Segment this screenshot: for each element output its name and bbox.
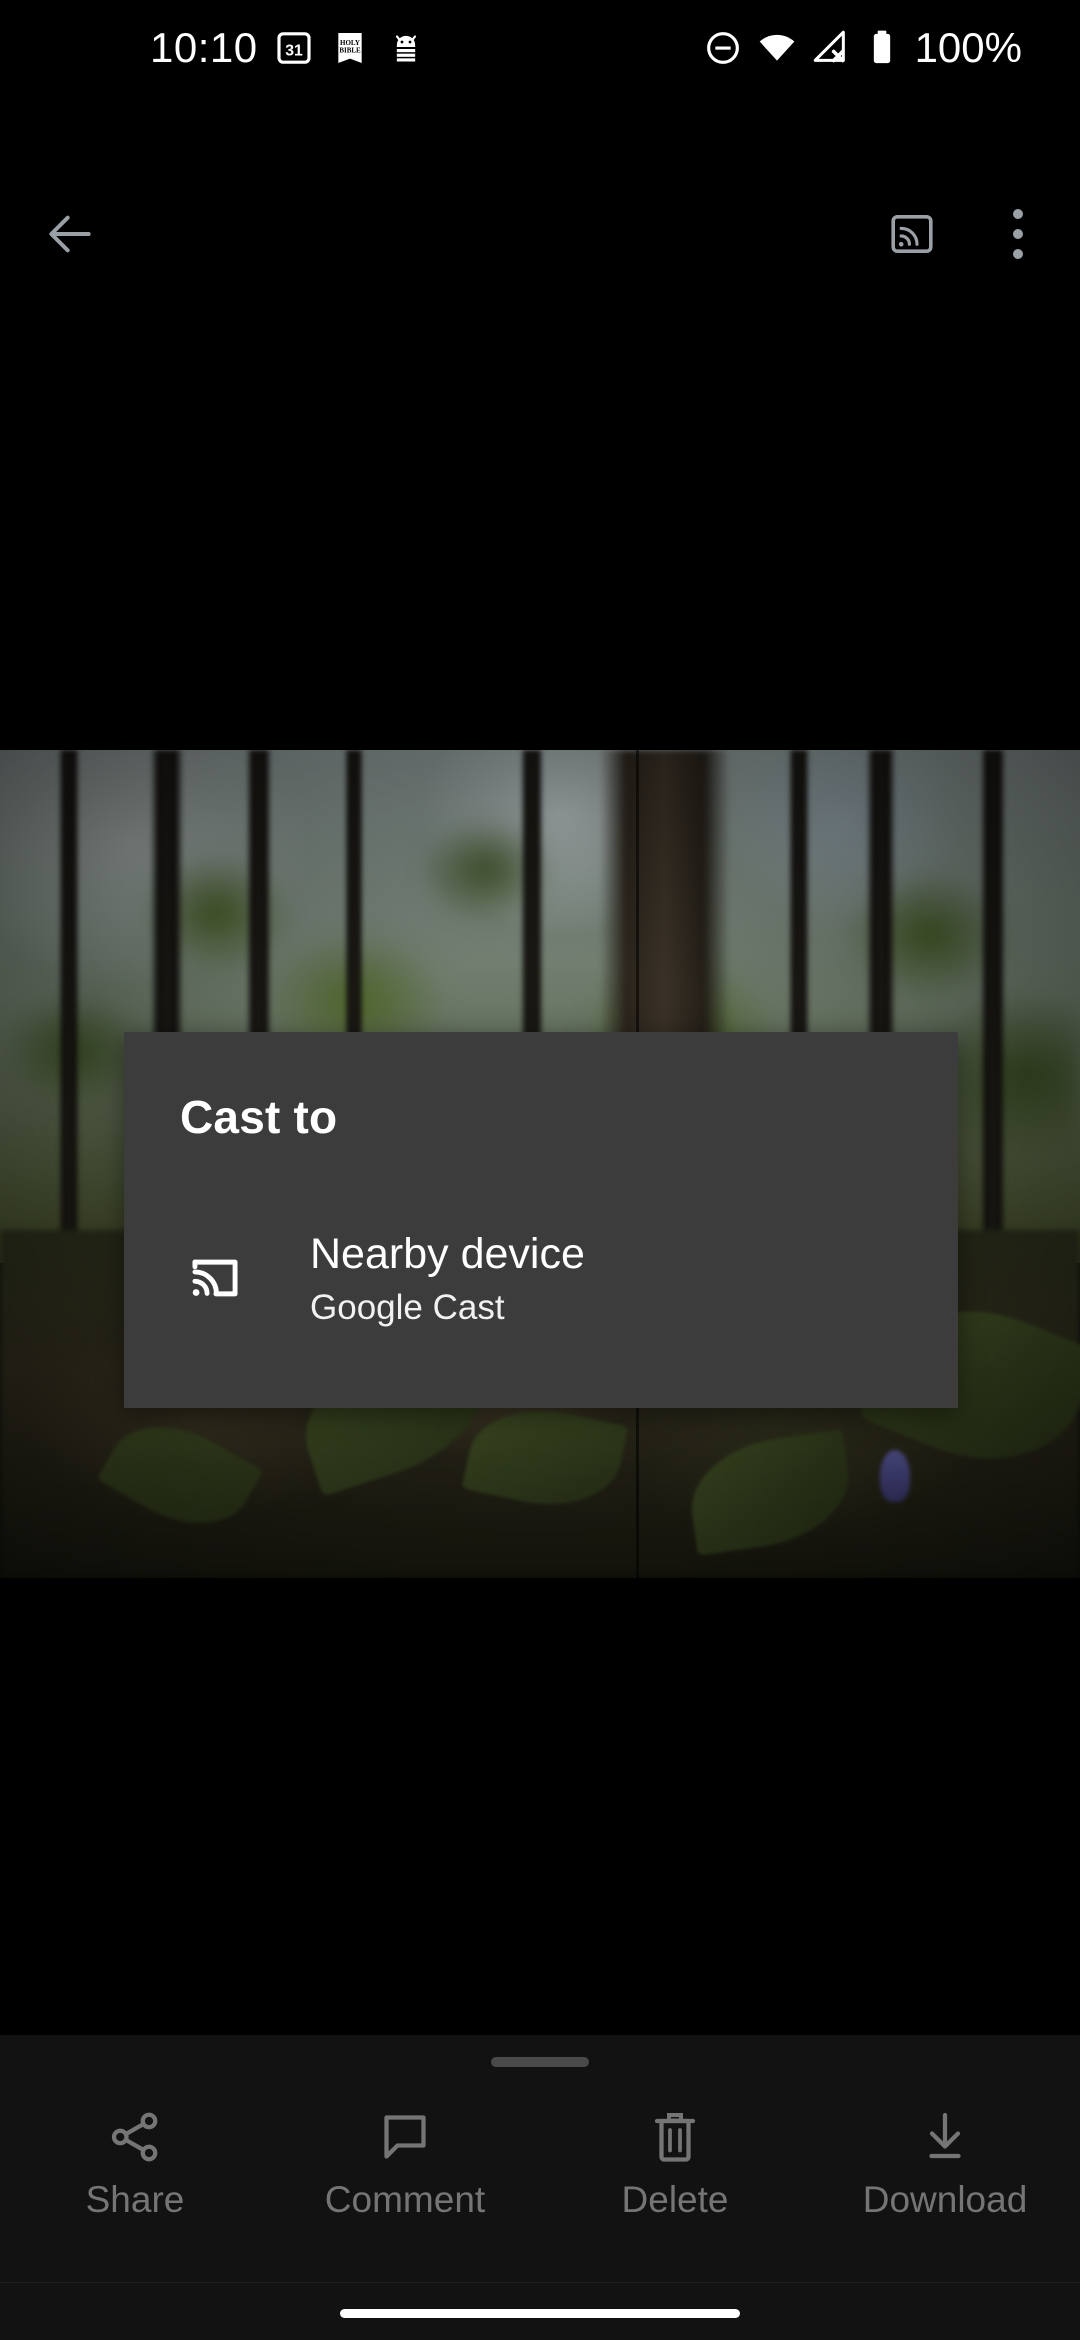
share-action[interactable]: Share bbox=[0, 2097, 270, 2257]
share-action-label: Share bbox=[85, 2179, 185, 2220]
cast-device-name: Nearby device bbox=[310, 1230, 585, 1278]
cast-to-dialog: Cast to Nearby device Google Cast bbox=[124, 1032, 958, 1408]
delete-action-label: Delete bbox=[621, 2179, 729, 2220]
battery-icon bbox=[873, 30, 890, 64]
status-bar-left: 10:10 31 HOLY BIBLE bbox=[150, 27, 426, 69]
cast-device-item[interactable]: Nearby device Google Cast bbox=[124, 1222, 958, 1362]
comment-action[interactable]: Comment bbox=[270, 2097, 540, 2257]
share-icon bbox=[105, 2105, 165, 2169]
comment-action-label: Comment bbox=[324, 2179, 486, 2220]
status-bar-right: 100% bbox=[703, 27, 1022, 69]
bible-app-icon: HOLY BIBLE bbox=[337, 33, 362, 63]
cast-device-subtitle: Google Cast bbox=[310, 1288, 505, 1328]
android-system-icon bbox=[395, 35, 416, 62]
download-action-label: Download bbox=[862, 2179, 1028, 2220]
nav-divider bbox=[0, 2282, 1080, 2283]
battery-percent-label: 100% bbox=[914, 24, 1022, 71]
wifi-icon bbox=[759, 34, 794, 61]
delete-action[interactable]: Delete bbox=[540, 2097, 810, 2257]
cast-icon bbox=[192, 1259, 238, 1297]
top-toolbar bbox=[0, 176, 1080, 292]
cast-device-text: Nearby device Google Cast bbox=[310, 1230, 585, 1331]
status-bar: 10:10 31 HOLY BIBLE 100% bbox=[0, 0, 1080, 96]
gesture-navigation-bar[interactable] bbox=[340, 2309, 740, 2318]
cast-icon bbox=[891, 215, 933, 254]
svg-text:31: 31 bbox=[285, 43, 303, 60]
back-button[interactable] bbox=[22, 186, 118, 282]
bottom-action-sheet: Share Comment Delete Download bbox=[0, 2035, 1080, 2340]
svg-text:BIBLE: BIBLE bbox=[339, 46, 361, 54]
overflow-menu-button[interactable] bbox=[970, 186, 1066, 282]
action-bar: Share Comment Delete Download bbox=[0, 2097, 1080, 2257]
cast-button[interactable] bbox=[864, 186, 960, 282]
more-vertical-icon bbox=[1013, 209, 1023, 259]
cast-dialog-title: Cast to bbox=[180, 1091, 338, 1143]
download-action[interactable]: Download bbox=[810, 2097, 1080, 2257]
comment-icon bbox=[375, 2105, 435, 2169]
status-clock: 10:10 bbox=[150, 24, 258, 71]
do-not-disturb-icon bbox=[706, 32, 739, 64]
cellular-off-icon bbox=[813, 30, 845, 63]
calendar-icon: 31 bbox=[277, 32, 311, 64]
phone-screen: 10:10 31 HOLY BIBLE 100% Cast to Nearby … bbox=[0, 0, 1080, 2340]
back-arrow-icon bbox=[49, 215, 91, 253]
sheet-drag-handle[interactable] bbox=[491, 2057, 589, 2067]
trash-icon bbox=[645, 2105, 705, 2169]
download-icon bbox=[915, 2105, 975, 2169]
